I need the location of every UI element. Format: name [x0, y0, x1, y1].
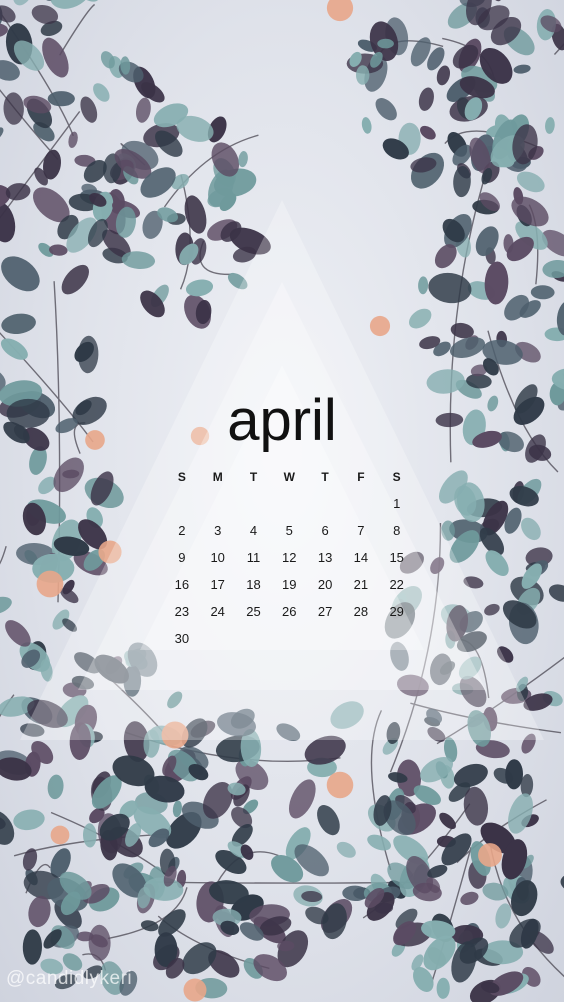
- day-cell: 23: [174, 604, 190, 619]
- day-cell: 19: [282, 577, 297, 592]
- day-cell: 21: [353, 577, 369, 592]
- month-title: april: [227, 388, 337, 453]
- weekday-header: F: [357, 470, 365, 484]
- empty-cell: [379, 625, 415, 652]
- day-cell: 5: [285, 523, 293, 538]
- day-cell: 2: [178, 523, 186, 538]
- empty-cell: [343, 490, 379, 517]
- day-cell: 30: [174, 631, 190, 646]
- day-cell: 17: [210, 577, 225, 592]
- weekday-header: T: [321, 470, 329, 484]
- day-cell: 26: [282, 604, 297, 619]
- empty-cell: [343, 625, 379, 652]
- empty-cell: [236, 490, 272, 517]
- empty-cell: [307, 625, 343, 652]
- day-cell: 9: [178, 550, 186, 565]
- day-cell: 1: [393, 496, 401, 511]
- calendar-grid: S M T W T F S 1 2 3 4 5 6 7 8 9 10 11 12 13 14 15 16 17 18 19 20 21…: [164, 464, 414, 652]
- weekday-header: S: [177, 470, 186, 484]
- empty-cell: [307, 490, 343, 517]
- empty-cell: [271, 625, 307, 652]
- day-cell: 25: [246, 604, 261, 619]
- empty-cell: [236, 625, 272, 652]
- day-cell: 13: [317, 550, 333, 565]
- day-cell: 3: [214, 523, 222, 538]
- day-cell: 15: [389, 550, 404, 565]
- empty-cell: [271, 490, 307, 517]
- weekday-header: M: [212, 470, 223, 484]
- empty-cell: [200, 625, 236, 652]
- day-cell: 12: [282, 550, 297, 565]
- day-cell: 6: [321, 523, 329, 538]
- weekday-header: W: [283, 470, 295, 484]
- phone-wallpaper: april S M T W T F S 1 2 3 4 5 6 7 8 9 10 11 12 13 14 15 16 17 18…: [0, 0, 564, 1002]
- day-cell: 8: [393, 523, 401, 538]
- watermark: @candidlykeri: [6, 968, 133, 989]
- day-cell: 28: [353, 604, 369, 619]
- day-cell: 20: [317, 577, 333, 592]
- weekday-header: S: [392, 470, 401, 484]
- day-cell: 4: [249, 523, 258, 538]
- day-cell: 22: [389, 577, 404, 592]
- day-cell: 24: [210, 604, 225, 619]
- empty-cell: [164, 490, 200, 517]
- day-cell: 29: [389, 604, 404, 619]
- day-cell: 27: [317, 604, 333, 619]
- empty-cell: [200, 490, 236, 517]
- day-cell: 7: [357, 523, 365, 538]
- day-cell: 10: [210, 550, 225, 565]
- day-cell: 14: [353, 550, 369, 565]
- day-cell: 18: [246, 577, 261, 592]
- day-cell: 11: [246, 550, 261, 565]
- day-cell: 16: [174, 577, 190, 592]
- weekday-header: T: [249, 470, 258, 484]
